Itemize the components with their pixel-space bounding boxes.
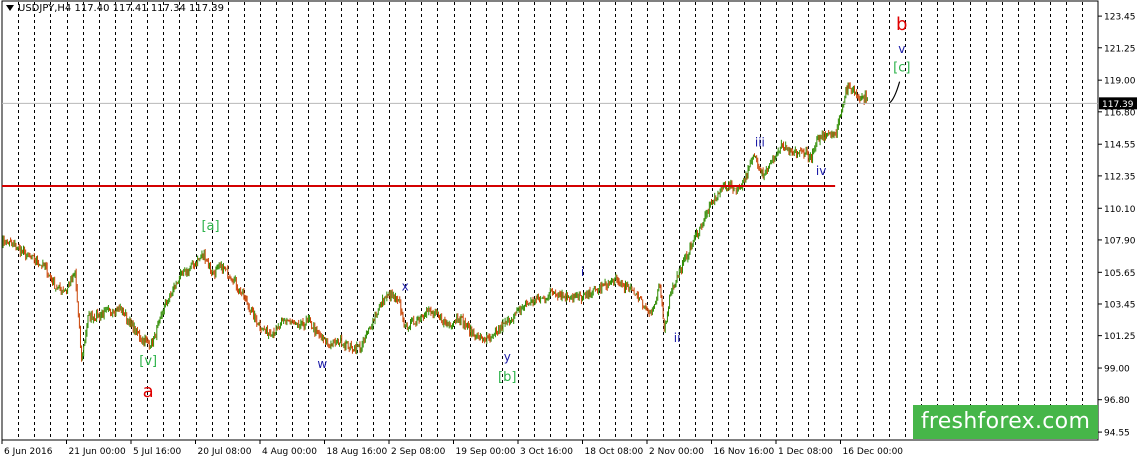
y-tick-label: 114.55 [1104,141,1136,151]
x-tick-label: 2 Nov 00:00 [649,447,704,457]
wave-label: x [402,279,409,293]
price-chart: [v]a[a]wxy[b]iiiiiiivbv[c]123.45121.2511… [1,0,1137,457]
y-tick-label: 101.25 [1104,332,1136,342]
wave-label: [a] [201,219,219,234]
y-tick-label: 103.45 [1104,300,1136,310]
wave-label: i [581,265,584,279]
x-tick-label: 6 Jun 2016 [4,447,53,457]
brand-watermark: freshforex.com [913,405,1098,439]
y-tick-label: 121.25 [1104,44,1136,54]
wave-label: ii [674,331,681,345]
x-tick-label: 18 Aug 16:00 [327,447,388,457]
wave-label: [b] [498,370,516,385]
x-tick-label: 5 Jul 16:00 [133,447,182,457]
y-tick-label: 123.45 [1104,13,1136,23]
x-tick-label: 19 Sep 00:00 [456,447,516,457]
y-tick-label: 105.65 [1104,269,1136,279]
x-tick-label: 20 Jul 08:00 [198,447,252,457]
y-tick-label: 99.00 [1104,365,1130,375]
wave-label: w [317,357,327,371]
x-tick-label: 3 Oct 16:00 [520,447,573,457]
y-tick-label: 94.55 [1104,429,1130,439]
current-price-label: 117.39 [1102,100,1134,110]
x-tick-label: 16 Nov 16:00 [714,447,775,457]
y-tick-label: 110.10 [1104,205,1136,215]
x-tick-label: 18 Oct 08:00 [585,447,644,457]
y-tick-label: 112.35 [1104,172,1136,182]
wave-label: [v] [139,354,157,369]
collapse-triangle-icon [6,5,14,11]
wave-label: v [898,42,905,56]
wave-label: iv [816,164,826,178]
x-tick-label: 21 Jun 00:00 [69,447,126,457]
x-tick-label: 4 Aug 00:00 [262,447,317,457]
x-tick-label: 1 Dec 08:00 [778,447,833,457]
wave-label: iii [755,135,765,149]
chart-title: USDJPY,H4 117.40 117.41 117.34 117.39 [6,3,224,14]
x-tick-label: 2 Sep 08:00 [391,447,446,457]
wave-label: b [896,14,907,35]
wave-label: [c] [893,61,910,76]
y-tick-label: 107.90 [1104,236,1136,246]
wave-label: y [504,350,511,364]
y-tick-label: 119.00 [1104,77,1136,87]
wave-label: a [143,381,154,402]
x-tick-label: 16 Dec 00:00 [843,447,904,457]
chart-title-text: USDJPY,H4 117.40 117.41 117.34 117.39 [18,3,224,14]
y-tick-label: 96.80 [1104,396,1130,406]
